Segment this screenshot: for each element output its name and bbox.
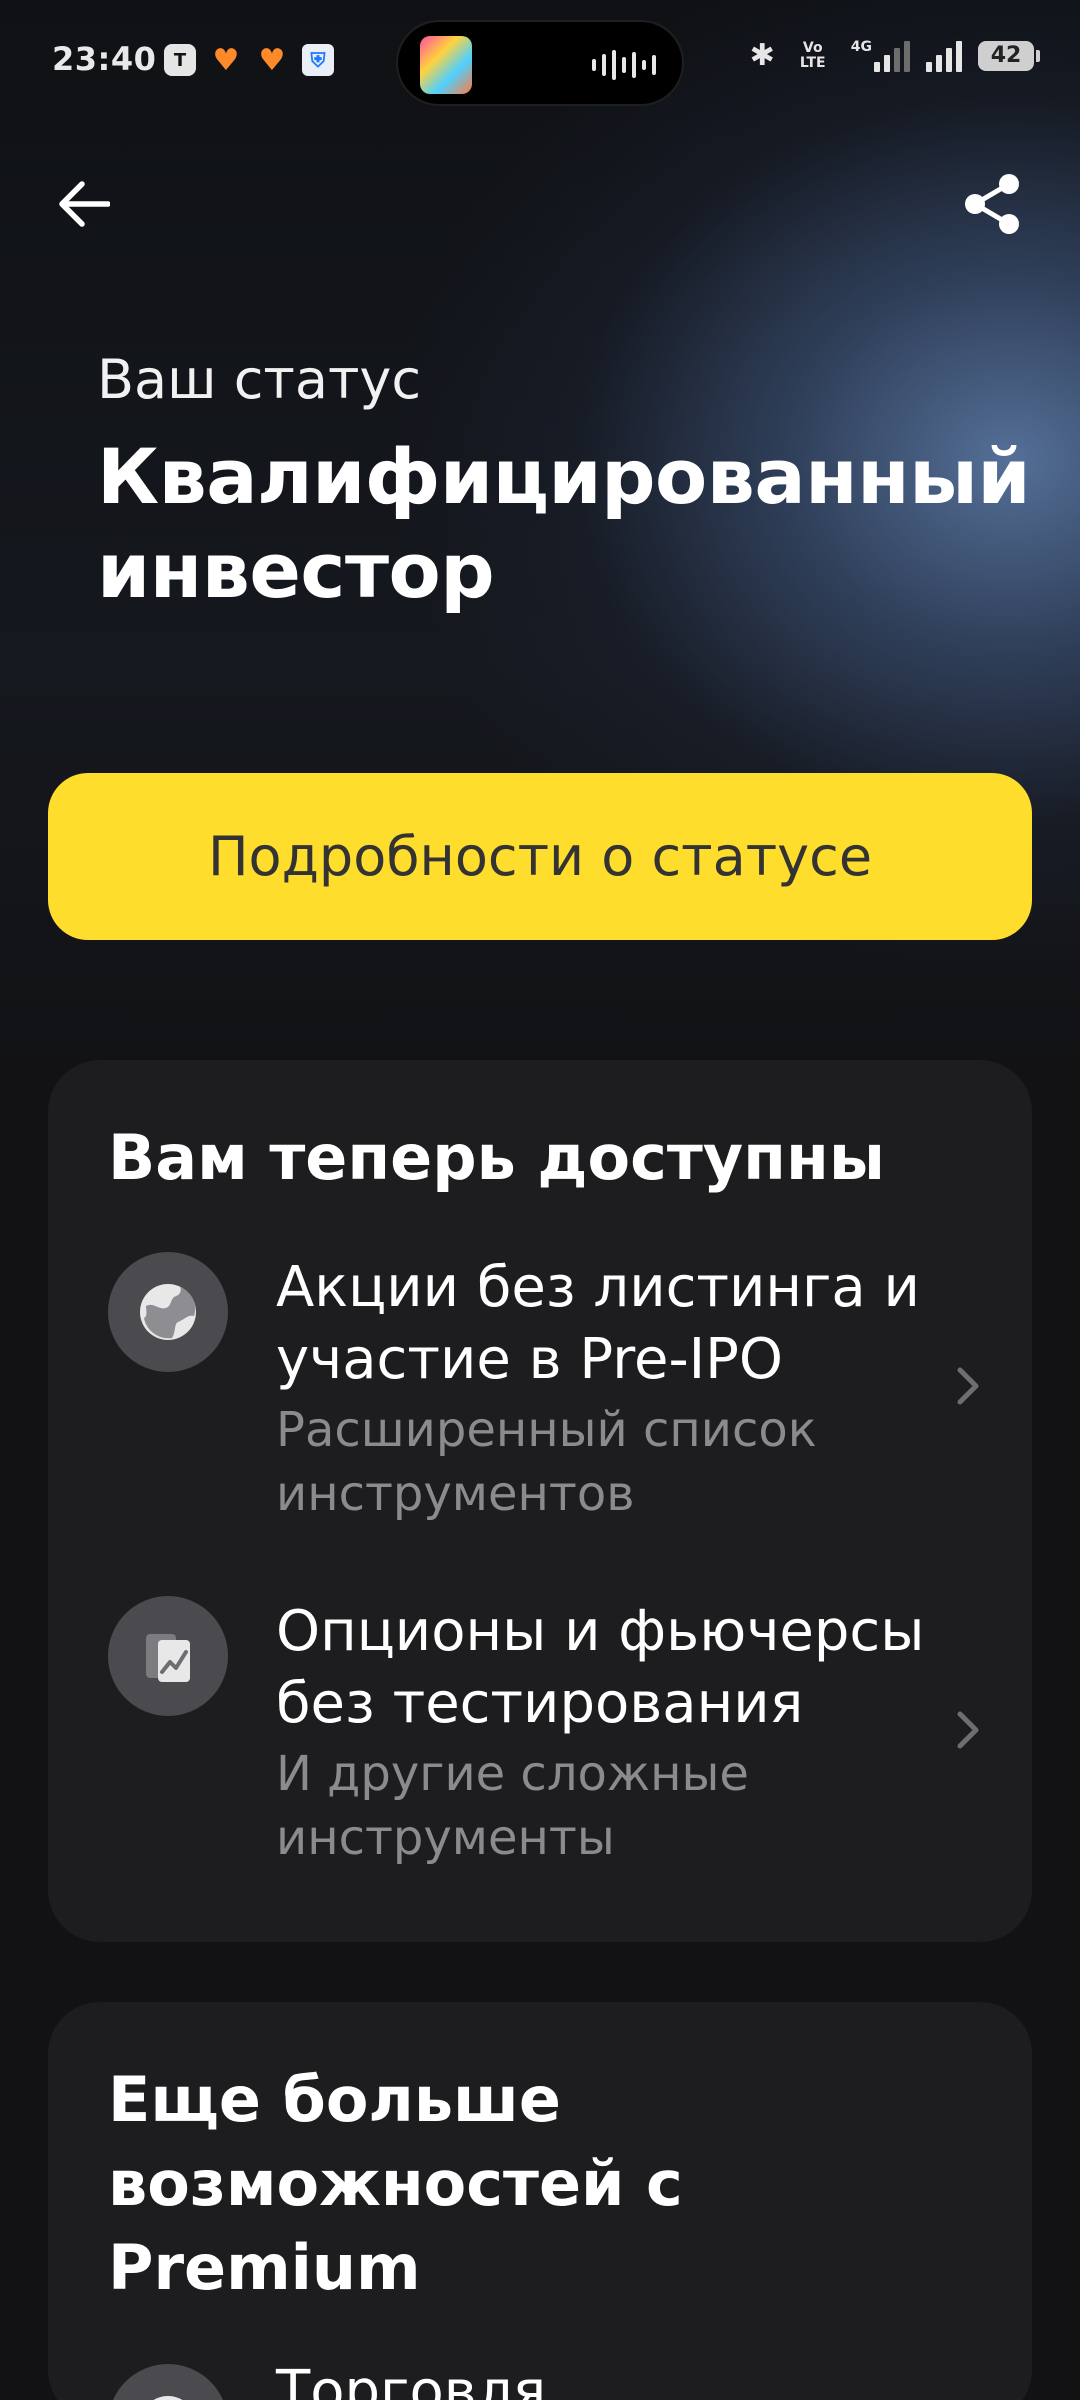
status-details-button[interactable]: Подробности о статусе — [48, 773, 1032, 940]
battery-icon: 42 — [978, 40, 1040, 71]
audio-wave-icon — [592, 50, 656, 80]
shield-icon: ⛨ — [302, 44, 334, 76]
status-label: Ваш статус — [97, 348, 422, 411]
list-item-options-futures[interactable]: Опционы и фьючерсы без тестирования И др… — [108, 1596, 988, 1886]
item-title: Опционы и фьючерсы без тестирования — [276, 1599, 925, 1736]
item-title: Акции без листинга и участие в Pre-IPO — [276, 1255, 920, 1392]
heart-icon: ♥ — [258, 42, 286, 78]
item-subtitle: Расширенный список инструментов — [276, 1402, 817, 1522]
notification-icons: Т ♥ ♥ ⛨ — [164, 42, 334, 78]
chevron-right-icon — [948, 1356, 988, 1416]
status-time: 23:40 — [52, 40, 157, 78]
item-title: Торговля — [276, 2359, 547, 2400]
status-title: Квалифицированный инвестор — [97, 432, 1031, 615]
volte-indicator: Vo LTE — [799, 39, 826, 71]
back-arrow-icon — [59, 181, 110, 227]
media-thumbnail — [420, 36, 472, 94]
globe-icon — [108, 2364, 228, 2400]
status-bar: 23:40 Т ♥ ♥ ⛨ ✱ Vo LTE 4G 42 — [0, 0, 1080, 125]
chart-icon — [108, 1596, 228, 1716]
list-item-unlisted-stocks[interactable]: Акции без листинга и участие в Pre-IPO Р… — [108, 1252, 988, 1542]
signal-4g: 4G — [850, 38, 910, 72]
available-features-card: Вам теперь доступны Акции без листинга и… — [48, 1060, 1032, 1942]
heart-icon: ♥ — [212, 42, 240, 78]
back-button[interactable] — [52, 172, 116, 236]
premium-features-card: Еще больше возможностей с Premium Торгов… — [48, 2002, 1032, 2400]
bluetooth-icon: ✱ — [749, 38, 775, 73]
signal-bars-icon — [874, 40, 910, 72]
share-icon — [965, 174, 1019, 234]
item-subtitle: И другие сложные инструменты — [276, 1746, 749, 1866]
dynamic-island[interactable] — [396, 20, 684, 106]
card-title: Еще больше возможностей с Premium — [108, 2063, 683, 2304]
tinkoff-icon: Т — [164, 44, 196, 76]
chevron-right-icon — [948, 1700, 988, 1760]
globe-icon — [108, 1252, 228, 1372]
status-indicators: ✱ Vo LTE 4G 42 — [749, 38, 1040, 73]
signal-bars-icon — [926, 40, 962, 72]
card-title: Вам теперь доступны — [108, 1121, 885, 1194]
list-item-trading[interactable]: Торговля — [108, 2359, 988, 2400]
share-button[interactable] — [958, 170, 1026, 238]
network-type-label: 4G — [850, 38, 872, 55]
